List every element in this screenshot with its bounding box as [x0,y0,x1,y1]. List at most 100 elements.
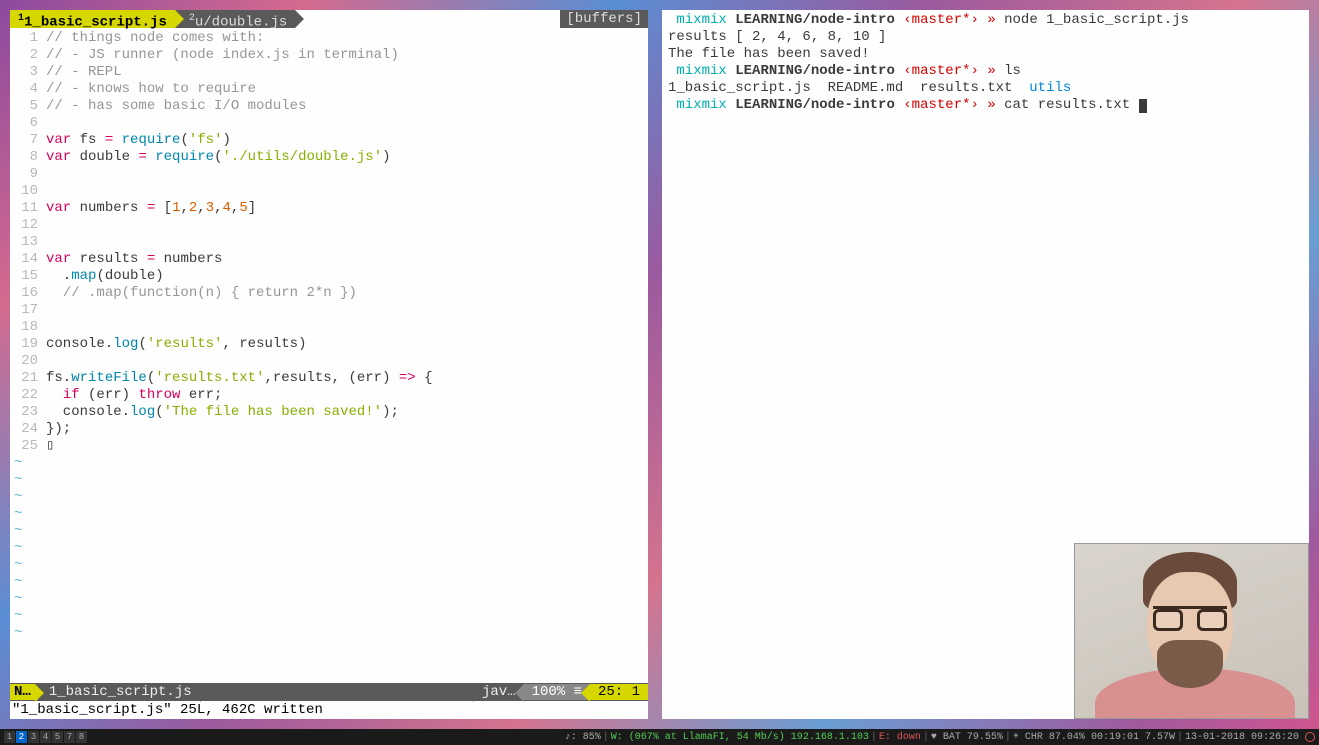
code-line[interactable]: 24}); [10,421,648,438]
code-line[interactable]: 2// - JS runner (node index.js in termin… [10,47,648,64]
code-line[interactable]: 21fs.writeFile('results.txt',results, (e… [10,370,648,387]
line-number: 5 [10,98,46,115]
code-line[interactable]: 8var double = require('./utils/double.js… [10,149,648,166]
code-content[interactable] [46,183,648,200]
empty-line-tilde: ~ [10,489,648,506]
code-line[interactable]: 23 console.log('The file has been saved!… [10,404,648,421]
code-content[interactable] [46,302,648,319]
code-line[interactable]: 14var results = numbers [10,251,648,268]
line-number: 20 [10,353,46,370]
workspace-5[interactable]: 5 [52,731,63,743]
line-number: 4 [10,81,46,98]
code-line[interactable]: 15 .map(double) [10,268,648,285]
code-content[interactable] [46,166,648,183]
code-line[interactable]: 18 [10,319,648,336]
line-number: 17 [10,302,46,319]
code-content[interactable]: // - JS runner (node index.js in termina… [46,47,648,64]
line-number: 10 [10,183,46,200]
empty-line-tilde: ~ [10,540,648,557]
line-number: 23 [10,404,46,421]
code-line[interactable]: 12 [10,217,648,234]
code-content[interactable] [46,234,648,251]
code-line[interactable]: 7var fs = require('fs') [10,132,648,149]
tab-double-js[interactable]: 2u/double.js [175,10,295,28]
vim-status-bar: N… 1_basic_script.js jav… 100% ≡ 25: 1 [10,683,648,701]
code-line[interactable]: 10 [10,183,648,200]
workspace-7[interactable]: 7 [64,731,75,743]
code-content[interactable]: // .map(function(n) { return 2*n }) [46,285,648,302]
empty-line-tilde: ~ [10,523,648,540]
code-content[interactable]: var double = require('./utils/double.js'… [46,149,648,166]
buffer-tab-bar: 11_basic_script.js 2u/double.js [buffers… [10,10,648,28]
code-content[interactable]: // things node comes with: [46,30,648,47]
workspace-8[interactable]: 8 [76,731,87,743]
code-content[interactable]: // - REPL [46,64,648,81]
workspace-2[interactable]: 2 [16,731,27,743]
code-line[interactable]: 13 [10,234,648,251]
code-line[interactable]: 19console.log('results', results) [10,336,648,353]
power-icon[interactable] [1305,732,1315,742]
buffers-label: [buffers] [560,10,648,28]
tab-basic-script[interactable]: 11_basic_script.js [10,10,175,28]
volume-indicator: ♪: 85% [565,732,601,743]
code-line[interactable]: 6 [10,115,648,132]
code-content[interactable] [46,217,648,234]
line-number: 11 [10,200,46,217]
line-number: 2 [10,47,46,64]
code-content[interactable]: ▯ [46,438,648,455]
line-number: 12 [10,217,46,234]
battery-indicator: ♥ BAT 79.55% [931,732,1003,743]
line-number: 22 [10,387,46,404]
code-content[interactable]: var fs = require('fs') [46,132,648,149]
code-line[interactable]: 1// things node comes with: [10,30,648,47]
code-content[interactable]: // - has some basic I/O modules [46,98,648,115]
code-content[interactable]: console.log('results', results) [46,336,648,353]
terminal-pane[interactable]: mixmix LEARNING/node-intro ‹master*› » n… [662,10,1309,719]
workspace-switcher: 1234578 [4,731,88,743]
code-content[interactable] [46,353,648,370]
vim-status-file: 1_basic_script.js [35,684,200,700]
empty-line-tilde: ~ [10,608,648,625]
code-content[interactable] [46,115,648,132]
code-line[interactable]: 5// - has some basic I/O modules [10,98,648,115]
os-status-bar: 1234578 ♪: 85% | W: (067% at LlamaFI, 54… [0,729,1319,745]
empty-line-tilde: ~ [10,455,648,472]
vim-commandline[interactable]: "1_basic_script.js" 25L, 462C written [10,701,648,719]
code-line[interactable]: 3// - REPL [10,64,648,81]
code-content[interactable]: var results = numbers [46,251,648,268]
code-content[interactable]: console.log('The file has been saved!'); [46,404,648,421]
clock: 13-01-2018 09:26:20 [1185,732,1299,743]
code-content[interactable] [46,319,648,336]
workspace-3[interactable]: 3 [28,731,39,743]
line-number: 16 [10,285,46,302]
code-line[interactable]: 4// - knows how to require [10,81,648,98]
vim-status-position: 25: 1 [590,684,648,700]
code-line[interactable]: 17 [10,302,648,319]
empty-line-tilde: ~ [10,591,648,608]
workspace-4[interactable]: 4 [40,731,51,743]
workspace-1[interactable]: 1 [4,731,15,743]
code-line[interactable]: 16 // .map(function(n) { return 2*n }) [10,285,648,302]
code-line[interactable]: 20 [10,353,648,370]
terminal-line: mixmix LEARNING/node-intro ‹master*› » c… [668,97,1303,114]
code-line[interactable]: 22 if (err) throw err; [10,387,648,404]
code-line[interactable]: 25▯ [10,438,648,455]
code-content[interactable]: }); [46,421,648,438]
code-content[interactable]: fs.writeFile('results.txt',results, (err… [46,370,648,387]
line-number: 24 [10,421,46,438]
code-area[interactable]: 1// things node comes with:2// - JS runn… [10,28,648,683]
code-content[interactable]: // - knows how to require [46,81,648,98]
code-content[interactable]: var numbers = [1,2,3,4,5] [46,200,648,217]
wifi-indicator: W: (067% at LlamaFI, 54 Mb/s) 192.168.1.… [611,732,869,743]
code-content[interactable]: .map(double) [46,268,648,285]
empty-line-tilde: ~ [10,472,648,489]
empty-line-tilde: ~ [10,574,648,591]
ethernet-indicator: E: down [879,732,921,743]
line-number: 13 [10,234,46,251]
terminal-line: mixmix LEARNING/node-intro ‹master*› » l… [668,63,1303,80]
code-content[interactable]: if (err) throw err; [46,387,648,404]
code-line[interactable]: 9 [10,166,648,183]
terminal-line: The file has been saved! [668,46,1303,63]
line-number: 6 [10,115,46,132]
code-line[interactable]: 11var numbers = [1,2,3,4,5] [10,200,648,217]
